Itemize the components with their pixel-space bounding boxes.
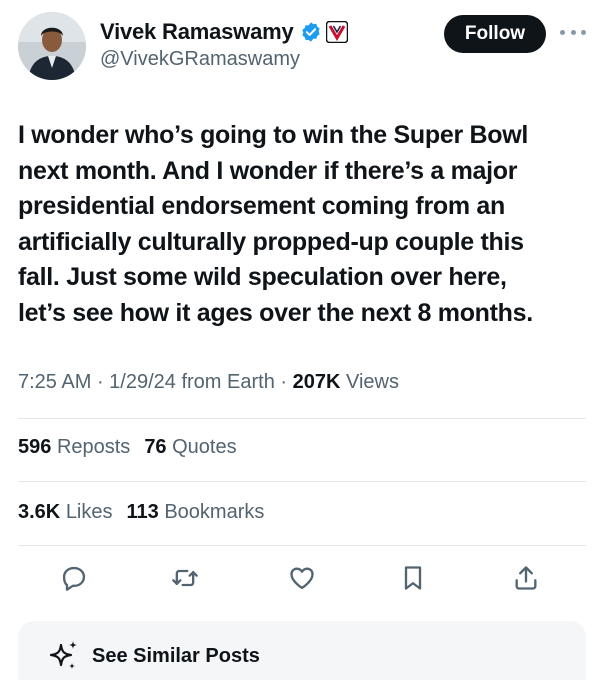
see-similar-posts-card[interactable]: See Similar Posts — [18, 621, 586, 680]
tweet-time[interactable]: 7:25 AM — [18, 371, 91, 393]
quotes-stat[interactable]: 76 Quotes — [144, 436, 236, 458]
author-handle[interactable]: @VivekGRamaswamy — [100, 48, 348, 71]
tweet-header: Vivek Ramaswamy @VivekGRamaswamy Follow — [18, 12, 586, 84]
affiliation-badge-icon[interactable] — [325, 20, 348, 44]
meta-separator: · — [274, 371, 293, 393]
bookmarks-count: 113 — [126, 501, 159, 523]
views-count: 207K — [292, 371, 341, 393]
like-icon[interactable] — [286, 562, 318, 594]
bookmarks-stat[interactable]: 113 Bookmarks — [127, 501, 265, 523]
reply-icon[interactable] — [58, 562, 90, 594]
quotes-label: Quotes — [172, 436, 237, 458]
tweet-text: I wonder who’s going to win the Super Bo… — [18, 121, 533, 327]
tweet-source: from Earth — [175, 371, 275, 393]
likes-stat[interactable]: 3.6K Likes — [18, 501, 113, 523]
avatar-image — [18, 12, 86, 80]
meta-separator: · — [91, 371, 110, 393]
bookmark-icon[interactable] — [397, 562, 429, 594]
divider — [18, 481, 586, 482]
repost-icon[interactable] — [169, 562, 201, 594]
bookmarks-label: Bookmarks — [164, 501, 265, 523]
tweet-meta: 7:25 AM · 1/29/24 from Earth · 207K View… — [18, 371, 399, 394]
reposts-stat[interactable]: 596 Reposts — [18, 436, 130, 458]
share-icon[interactable] — [510, 562, 542, 594]
verified-badge-icon — [300, 21, 322, 43]
stats-row-reposts: 596 Reposts 76 Quotes — [18, 436, 237, 459]
ellipsis-icon[interactable] — [560, 22, 586, 42]
sparkle-icon — [49, 641, 77, 669]
likes-count: 3.6K — [18, 501, 61, 523]
divider — [18, 418, 586, 419]
author-name[interactable]: Vivek Ramaswamy — [100, 19, 294, 45]
likes-label: Likes — [65, 501, 113, 523]
tweet-date[interactable]: 1/29/24 — [109, 371, 176, 393]
see-similar-posts-label: See Similar Posts — [92, 644, 260, 667]
action-bar — [58, 562, 558, 594]
follow-button[interactable]: Follow — [444, 15, 546, 53]
views-label: Views — [340, 371, 399, 393]
stats-row-likes: 3.6K Likes 113 Bookmarks — [18, 501, 264, 524]
reposts-count: 596 — [18, 436, 52, 458]
quotes-count: 76 — [144, 436, 167, 458]
avatar[interactable] — [18, 12, 86, 80]
divider — [18, 545, 586, 546]
author-info: Vivek Ramaswamy @VivekGRamaswamy — [100, 18, 348, 71]
reposts-label: Reposts — [56, 436, 131, 458]
